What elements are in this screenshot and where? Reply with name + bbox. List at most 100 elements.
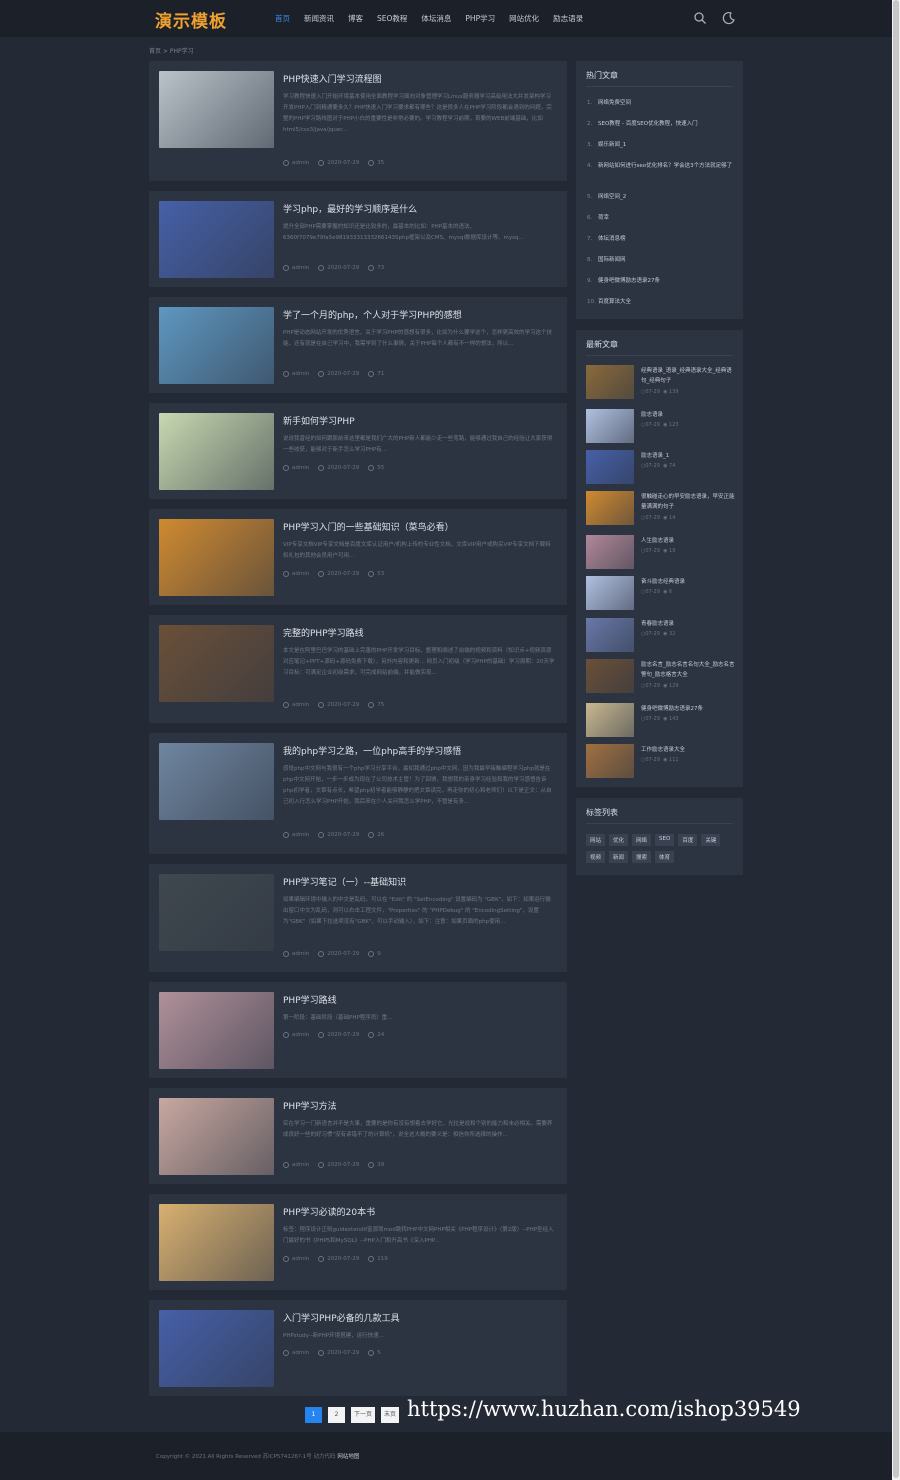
nav-item[interactable]: 励志语录 xyxy=(553,13,583,24)
post-title[interactable]: 学了一个月的php，个人对于学习PHP的感想 xyxy=(283,308,462,321)
post-title[interactable]: PHP学习必读的20本书 xyxy=(283,1205,375,1218)
hot-article-item[interactable]: 5. 网络空间_2 xyxy=(587,192,737,202)
latest-article-title[interactable]: 健身吧微博励志语录27条 xyxy=(641,704,736,714)
post-title[interactable]: 我的php学习之路，一位php高手的学习感悟 xyxy=(283,744,461,757)
latest-article-title[interactable]: 人生励志语录 xyxy=(641,536,736,546)
latest-article-item[interactable]: 健身吧微博励志语录27条 ○07-29 ◉ 143 xyxy=(586,703,736,737)
hot-article-item[interactable]: 2. SEO教程 - 百度SEO优化教程，快速入门 xyxy=(587,119,737,129)
nav-item[interactable]: 网站优化 xyxy=(509,13,539,24)
latest-article-item[interactable]: 青春励志语录 ○07-29 ◉ 32 xyxy=(586,618,736,652)
hot-article-item[interactable]: 3. 娱乐新闻_1 xyxy=(587,140,737,150)
latest-article-thumbnail[interactable] xyxy=(586,365,634,399)
page-scrollbar[interactable] xyxy=(892,0,900,1480)
post-title[interactable]: PHP学习入门的一些基础知识（菜鸟必看） xyxy=(283,520,454,533)
latest-article-item[interactable]: 经典语录_语录_经典语录大全_经典语句_经典句子 ○07-29 ◉ 139 xyxy=(586,365,736,399)
latest-article-thumbnail[interactable] xyxy=(586,576,634,610)
hot-article-item[interactable]: 1. 网络免费空间 xyxy=(587,98,737,108)
post-title[interactable]: 完整的PHP学习路线 xyxy=(283,626,364,639)
latest-article-title[interactable]: 工作励志语录大全 xyxy=(641,745,736,755)
post-thumbnail[interactable] xyxy=(159,71,274,148)
moon-icon[interactable] xyxy=(722,11,736,25)
tag-item[interactable]: 关键 xyxy=(701,834,721,846)
hot-article-title[interactable]: 网络空间_2 xyxy=(598,192,626,202)
hot-article-title[interactable]: 荷幸 xyxy=(598,213,609,223)
hot-article-title[interactable]: 健身吧微博励志语录27条 xyxy=(598,276,660,286)
tag-item[interactable]: SEO xyxy=(655,834,675,846)
post-thumbnail[interactable] xyxy=(159,201,274,278)
hot-article-item[interactable]: 7. 体坛消息榜 xyxy=(587,234,737,244)
site-logo[interactable]: 演示模板 xyxy=(155,7,227,32)
post-thumbnail[interactable] xyxy=(159,1204,274,1281)
latest-article-item[interactable]: 很触碰走心的早安励志语录，早安正能量满满的句子 ○07-29 ◉ 14 xyxy=(586,491,736,525)
tag-item[interactable]: 优化 xyxy=(609,834,629,846)
latest-article-thumbnail[interactable] xyxy=(586,409,634,443)
hot-article-item[interactable]: 6. 荷幸 xyxy=(587,213,737,223)
post-thumbnail[interactable] xyxy=(159,413,274,490)
post-thumbnail[interactable] xyxy=(159,625,274,702)
post-title[interactable]: PHP学习笔记（一）--基础知识 xyxy=(283,875,406,888)
latest-article-title[interactable]: 励志名言_励志名言名句大全_励志名言警句_励志格言大全 xyxy=(641,660,736,680)
tag-item[interactable]: 网站 xyxy=(586,834,606,846)
page-button[interactable]: 末页 xyxy=(381,1407,400,1423)
nav-item[interactable]: 首页 xyxy=(275,13,290,24)
hot-article-title[interactable]: 新网站如何进行seo优化排名？学会这3个方法就足够了 xyxy=(598,161,732,171)
latest-article-item[interactable]: 奋斗励志经典语录 ○07-29 ◉ 6 xyxy=(586,576,736,610)
post-title[interactable]: 入门学习PHP必备的几款工具 xyxy=(283,1311,400,1324)
page-button[interactable]: 1 xyxy=(305,1407,322,1423)
nav-item[interactable]: PHP学习 xyxy=(465,13,495,24)
nav-item[interactable]: 新闻资讯 xyxy=(304,13,334,24)
latest-article-thumbnail[interactable] xyxy=(586,491,634,525)
latest-article-thumbnail[interactable] xyxy=(586,703,634,737)
hot-article-title[interactable]: SEO教程 - 百度SEO优化教程，快速入门 xyxy=(598,119,698,129)
scrollbar-thumb[interactable] xyxy=(893,0,899,1478)
post-title[interactable]: PHP学习路线 xyxy=(283,993,337,1006)
hot-article-item[interactable]: 8. 国际新闻网 xyxy=(587,255,737,265)
tag-item[interactable]: 网络 xyxy=(632,834,652,846)
post-thumbnail[interactable] xyxy=(159,992,274,1069)
latest-article-item[interactable]: 工作励志语录大全 ○07-29 ◉ 111 xyxy=(586,744,736,778)
latest-article-thumbnail[interactable] xyxy=(586,450,634,484)
latest-article-thumbnail[interactable] xyxy=(586,744,634,778)
tag-item[interactable]: 百度 xyxy=(678,834,698,846)
hot-article-item[interactable]: 9. 健身吧微博励志语录27条 xyxy=(587,276,737,286)
tag-item[interactable]: 搜索 xyxy=(632,851,652,863)
post-thumbnail[interactable] xyxy=(159,1310,274,1387)
latest-article-item[interactable]: 励志语录_1 ○07-29 ◉ 74 xyxy=(586,450,736,484)
nav-item[interactable]: 博客 xyxy=(348,13,363,24)
latest-article-item[interactable]: 人生励志语录 ○07-29 ◉ 19 xyxy=(586,535,736,569)
latest-article-title[interactable]: 励志语录 xyxy=(641,410,736,420)
post-title[interactable]: PHP学习方法 xyxy=(283,1099,337,1112)
latest-article-thumbnail[interactable] xyxy=(586,535,634,569)
tag-item[interactable]: 视频 xyxy=(586,851,606,863)
tag-item[interactable]: 体育 xyxy=(655,851,675,863)
hot-article-title[interactable]: 网络免费空间 xyxy=(598,98,631,108)
post-thumbnail[interactable] xyxy=(159,743,274,820)
latest-article-thumbnail[interactable] xyxy=(586,659,634,693)
post-thumbnail[interactable] xyxy=(159,874,274,951)
nav-item[interactable]: 体坛消息 xyxy=(421,13,451,24)
latest-article-title[interactable]: 励志语录_1 xyxy=(641,451,736,461)
hot-article-title[interactable]: 国际新闻网 xyxy=(598,255,626,265)
hot-article-title[interactable]: 娱乐新闻_1 xyxy=(598,140,626,150)
post-thumbnail[interactable] xyxy=(159,519,274,596)
tag-item[interactable]: 新闻 xyxy=(609,851,629,863)
hot-article-item[interactable]: 4. 新网站如何进行seo优化排名？学会这3个方法就足够了 xyxy=(587,161,737,171)
latest-article-title[interactable]: 很触碰走心的早安励志语录，早安正能量满满的句子 xyxy=(641,492,736,512)
page-button[interactable]: 2 xyxy=(328,1407,345,1423)
hot-article-title[interactable]: 百度算法大全 xyxy=(598,297,631,307)
nav-item[interactable]: SEO教程 xyxy=(377,13,407,24)
latest-article-title[interactable]: 奋斗励志经典语录 xyxy=(641,577,736,587)
post-thumbnail[interactable] xyxy=(159,1098,274,1175)
latest-article-thumbnail[interactable] xyxy=(586,618,634,652)
hot-article-item[interactable]: 10. 百度算法大全 xyxy=(587,297,737,307)
post-thumbnail[interactable] xyxy=(159,307,274,384)
page-button[interactable]: 下一页 xyxy=(351,1407,376,1423)
latest-article-item[interactable]: 励志名言_励志名言名句大全_励志名言警句_励志格言大全 ○07-29 ◉ 129 xyxy=(586,659,736,693)
sitemap-link[interactable]: 网站地图 xyxy=(337,1454,359,1460)
post-title[interactable]: PHP快速入门学习流程图 xyxy=(283,72,382,85)
search-icon[interactable] xyxy=(693,11,707,25)
latest-article-title[interactable]: 青春励志语录 xyxy=(641,619,736,629)
post-title[interactable]: 新手如何学习PHP xyxy=(283,414,355,427)
latest-article-title[interactable]: 经典语录_语录_经典语录大全_经典语句_经典句子 xyxy=(641,366,736,386)
latest-article-item[interactable]: 励志语录 ○07-29 ◉ 123 xyxy=(586,409,736,443)
